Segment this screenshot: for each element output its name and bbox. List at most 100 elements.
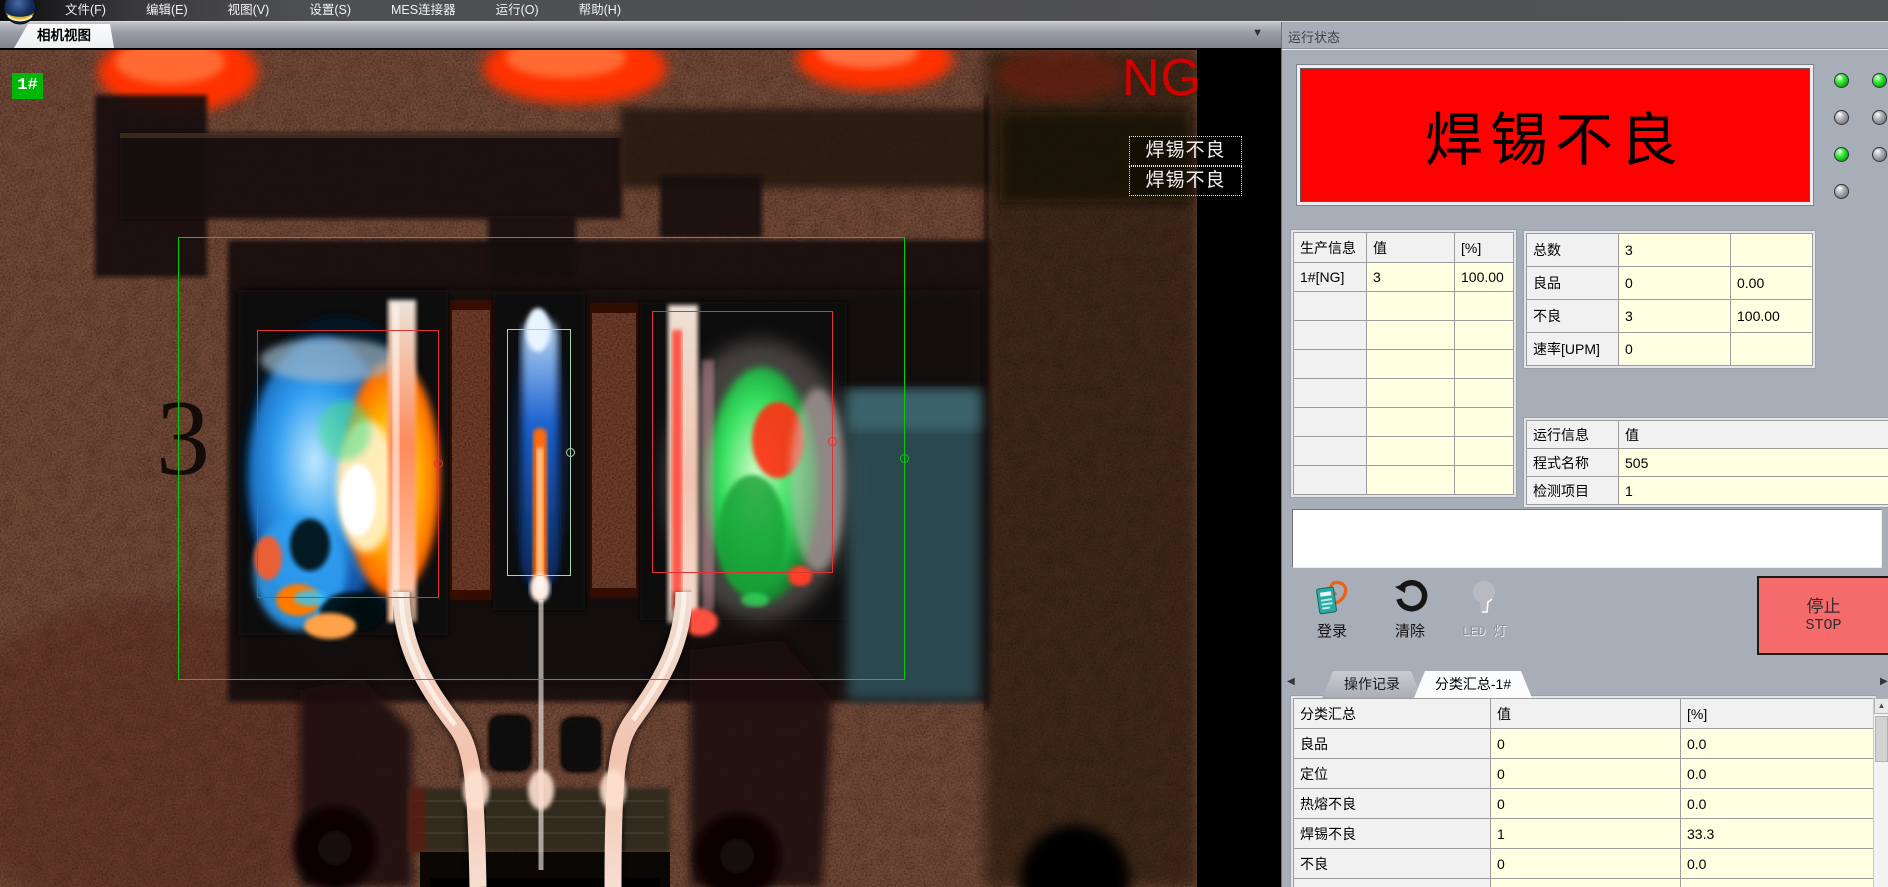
column-header: 值 xyxy=(1491,699,1681,729)
table-cell: 定位 xyxy=(1294,759,1491,789)
table-cell xyxy=(1455,321,1514,350)
roi-handle[interactable] xyxy=(900,454,909,463)
defect-label: 焊锡不良 xyxy=(1129,136,1242,166)
login-label: 登录 xyxy=(1317,624,1347,639)
column-header: 值 xyxy=(1619,421,1888,449)
table-cell: 良品 xyxy=(1527,267,1619,300)
clear-button[interactable]: 清除 xyxy=(1386,579,1434,639)
table-cell: 速率[UPM] xyxy=(1527,333,1619,366)
menu-item-0[interactable]: 文件(F) xyxy=(52,0,119,21)
table-cell: 1#[NG] xyxy=(1294,263,1367,292)
menu-bar: 文件(F) 编辑(E) 视图(V) 设置(S) MES连接器运行(O) 帮助(H) xyxy=(0,0,1888,22)
table-row: 速率[UPM]0 xyxy=(1527,333,1813,366)
menu-item-6[interactable]: 帮助(H) xyxy=(566,0,634,21)
menu-item-2[interactable]: 视图(V) xyxy=(215,0,283,21)
login-button[interactable]: 登录 xyxy=(1308,579,1356,639)
table-row: 定位00.0 xyxy=(1294,759,1874,789)
scrollbar-thumb[interactable] xyxy=(1875,716,1888,762)
led-indicator-column-2 xyxy=(1872,73,1887,184)
summary-table-scrollbar[interactable]: ▲ xyxy=(1873,698,1888,887)
table-cell: 1 xyxy=(1619,477,1888,505)
lightbulb-icon xyxy=(1468,579,1500,617)
table-cell: 焊锡不良 xyxy=(1294,819,1491,849)
table-cell: 程式名称 xyxy=(1527,449,1619,477)
chevron-down-icon[interactable]: ▼ xyxy=(1252,27,1263,39)
led-light-label: LED 灯 xyxy=(1462,624,1506,639)
camera-viewport: 3 xyxy=(0,48,1281,887)
table-row: 良品00.0 xyxy=(1294,729,1874,759)
menu-item-4[interactable]: MES连接器 xyxy=(378,0,469,21)
station-badge: 1# xyxy=(12,73,43,99)
table-cell xyxy=(1455,350,1514,379)
table-cell xyxy=(1455,466,1514,495)
message-box xyxy=(1292,509,1882,568)
table-row xyxy=(1294,437,1514,466)
result-banner: 焊锡不良 xyxy=(1300,68,1810,202)
table-row: 1#[NG]3100.00 xyxy=(1294,263,1514,292)
run-info-table: 运行信息值程式名称505检测项目1 xyxy=(1526,420,1888,505)
table-cell: 不良 xyxy=(1527,300,1619,333)
table-cell: 0 xyxy=(1491,849,1681,879)
table-cell xyxy=(1455,292,1514,321)
roi-rectangle-right xyxy=(652,311,833,573)
tab-scroll-right-icon[interactable]: ▶ xyxy=(1880,676,1888,687)
stop-button[interactable]: 停止 STOP xyxy=(1757,576,1888,655)
table-row: 总数3 xyxy=(1527,234,1813,267)
table-cell: 100.00 xyxy=(1455,263,1514,292)
table-cell: 100.00 xyxy=(1731,300,1813,333)
table-cell xyxy=(1367,321,1455,350)
scrollbar-up-icon[interactable]: ▲ xyxy=(1874,698,1888,714)
table-cell xyxy=(1367,350,1455,379)
table-cell: 505 xyxy=(1619,449,1888,477)
tab-classification-summary[interactable]: 分类汇总-1# xyxy=(1414,671,1532,698)
table-cell xyxy=(1455,379,1514,408)
result-banner-frame: 焊锡不良 xyxy=(1296,64,1814,206)
table-cell xyxy=(1731,333,1813,366)
app-window: 文件(F) 编辑(E) 视图(V) 设置(S) MES连接器运行(O) 帮助(H) 相机视… xyxy=(0,0,1888,887)
table-cell xyxy=(1367,466,1455,495)
camera-tab-strip: 相机视图 ▼ xyxy=(0,22,1281,48)
menu-item-3[interactable]: 设置(S) xyxy=(296,0,364,21)
tab-scroll-left-icon[interactable]: ◀ xyxy=(1287,676,1295,687)
status-led-green xyxy=(1872,73,1887,88)
table-cell xyxy=(1731,234,1813,267)
menu-item-1[interactable]: 编辑(E) xyxy=(133,0,201,21)
roi-handle[interactable] xyxy=(434,459,443,468)
production-info-table: 生产信息值[%]1#[NG]3100.00 xyxy=(1293,232,1514,495)
status-led-green xyxy=(1834,73,1849,88)
table-cell xyxy=(1294,292,1367,321)
table-cell: 不良 xyxy=(1294,849,1491,879)
table-cell: 33.3 xyxy=(1681,819,1874,849)
status-led-gray xyxy=(1834,184,1849,199)
defect-label: 焊锡不良 xyxy=(1129,166,1242,196)
table-cell xyxy=(1681,879,1874,887)
classification-summary-table: 分类汇总值[%]良品00.0定位00.0热熔不良00.0焊锡不良133.3不良0… xyxy=(1293,698,1874,887)
table-cell xyxy=(1294,321,1367,350)
table-cell: 0.0 xyxy=(1681,729,1874,759)
stop-label-cn: 停止 xyxy=(1807,597,1841,617)
status-panel-title: 运行状态 xyxy=(1288,27,1340,46)
table-cell: 1 xyxy=(1491,819,1681,849)
column-header: 生产信息 xyxy=(1294,233,1367,263)
roi-handle[interactable] xyxy=(566,448,575,457)
tab-operation-log[interactable]: 操作记录 xyxy=(1322,671,1422,698)
table-cell: 3 xyxy=(1619,234,1731,267)
table-row xyxy=(1294,879,1874,887)
table-cell: 良品 xyxy=(1294,729,1491,759)
column-header: 值 xyxy=(1367,233,1455,263)
tab-camera-view[interactable]: 相机视图 xyxy=(14,24,114,48)
table-cell: 3 xyxy=(1367,263,1455,292)
table-row: 检测项目1 xyxy=(1527,477,1888,505)
led-light-button[interactable]: LED 灯 xyxy=(1452,579,1516,639)
table-row xyxy=(1294,321,1514,350)
roi-rectangle-middle xyxy=(507,329,571,576)
table-cell xyxy=(1367,292,1455,321)
table-row: 热熔不良00.0 xyxy=(1294,789,1874,819)
table-cell xyxy=(1491,879,1681,887)
status-led-green xyxy=(1834,147,1849,162)
circular-arrow-icon xyxy=(1392,579,1428,615)
roi-handle[interactable] xyxy=(828,437,837,446)
table-cell xyxy=(1367,379,1455,408)
menu-item-5[interactable]: 运行(O) xyxy=(483,0,552,21)
table-cell xyxy=(1294,879,1491,887)
